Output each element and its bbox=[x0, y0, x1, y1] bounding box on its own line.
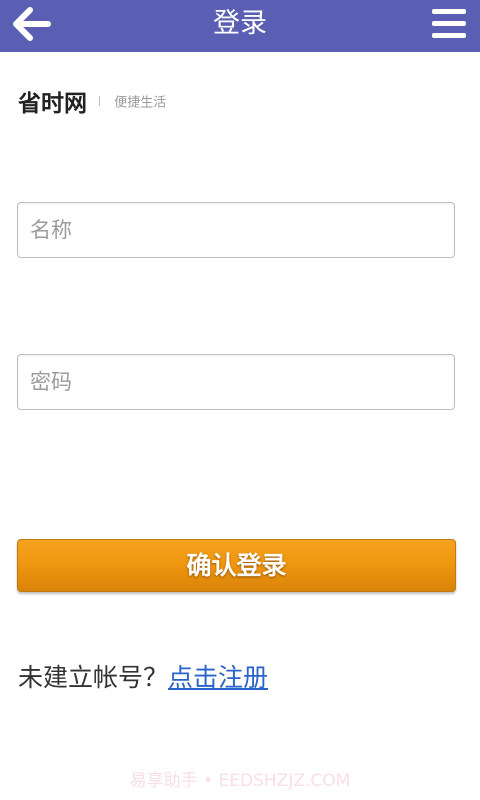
page-title: 登录 bbox=[213, 8, 267, 39]
register-prompt-line: 未建立帐号？点击注册 bbox=[18, 658, 268, 694]
brand-slogan: 便捷生活 bbox=[114, 95, 167, 111]
brand-header: 省时网 便捷生活 bbox=[18, 84, 167, 117]
menu-button[interactable] bbox=[428, 4, 470, 44]
login-page: 登录 省时网 便捷生活 确认登录 未建立帐号？点击注册 易享助手 • EEDSH… bbox=[0, 0, 480, 800]
top-bar: 登录 bbox=[0, 0, 480, 52]
password-input[interactable] bbox=[17, 354, 455, 410]
name-input[interactable] bbox=[17, 202, 455, 258]
confirm-login-button[interactable]: 确认登录 bbox=[17, 539, 456, 592]
watermark: 易享助手 • EEDSHZJZ.COM bbox=[129, 771, 351, 791]
brand-divider bbox=[99, 96, 101, 106]
hamburger-menu-icon bbox=[432, 9, 466, 38]
register-prompt: 未建立帐号？ bbox=[18, 663, 169, 692]
brand-name: 省时网 bbox=[18, 91, 87, 117]
register-link[interactable]: 点击注册 bbox=[168, 663, 268, 692]
